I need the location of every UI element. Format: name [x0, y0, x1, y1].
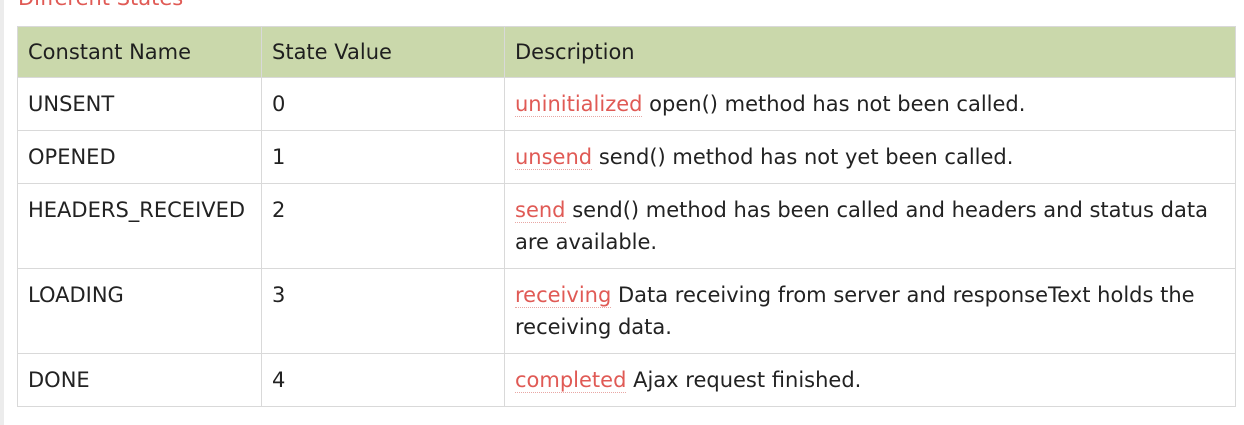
constant-name-cell: HEADERS_RECEIVED [17, 183, 262, 269]
section-heading: Different States [18, 0, 183, 9]
description-text: Ajax request finished. [633, 368, 862, 392]
header-description: Description [504, 26, 1236, 78]
term-link[interactable]: receiving [515, 283, 612, 308]
state-value-cell: 3 [261, 268, 505, 354]
description-text: send() method has been called and header… [515, 198, 1208, 254]
description-text: Data receiving from server and responseT… [515, 283, 1195, 339]
table-row: DONE 4 completed Ajax request finished. [17, 353, 1236, 407]
constant-name-cell: OPENED [17, 130, 262, 184]
page: Different States Constant Name State Val… [0, 0, 1244, 425]
table-header-row: Constant Name State Value Description [17, 26, 1236, 78]
description-text: open() method has not been called. [649, 92, 1026, 116]
state-value-cell: 2 [261, 183, 505, 269]
table-row: HEADERS_RECEIVED 2 send send() method ha… [17, 183, 1236, 269]
term-link[interactable]: completed [515, 368, 627, 393]
header-constant-name: Constant Name [17, 26, 262, 78]
constant-name-cell: DONE [17, 353, 262, 407]
header-state-value: State Value [261, 26, 505, 78]
state-value-cell: 1 [261, 130, 505, 184]
state-value-cell: 4 [261, 353, 505, 407]
term-link[interactable]: uninitialized [515, 92, 643, 117]
states-table: Constant Name State Value Description UN… [17, 26, 1236, 407]
constant-name-cell: UNSENT [17, 77, 262, 131]
table-row: OPENED 1 unsend send() method has not ye… [17, 130, 1236, 184]
term-link[interactable]: unsend [515, 145, 593, 170]
description-text: send() method has not yet been called. [598, 145, 1014, 169]
description-cell: uninitialized open() method has not been… [504, 77, 1236, 131]
description-cell: completed Ajax request finished. [504, 353, 1236, 407]
description-cell: unsend send() method has not yet been ca… [504, 130, 1236, 184]
constant-name-cell: LOADING [17, 268, 262, 354]
table-row: LOADING 3 receiving Data receiving from … [17, 268, 1236, 354]
description-cell: receiving Data receiving from server and… [504, 268, 1236, 354]
left-edge-divider [0, 0, 4, 425]
term-link[interactable]: send [515, 198, 566, 223]
description-cell: send send() method has been called and h… [504, 183, 1236, 269]
table-row: UNSENT 0 uninitialized open() method has… [17, 77, 1236, 131]
state-value-cell: 0 [261, 77, 505, 131]
